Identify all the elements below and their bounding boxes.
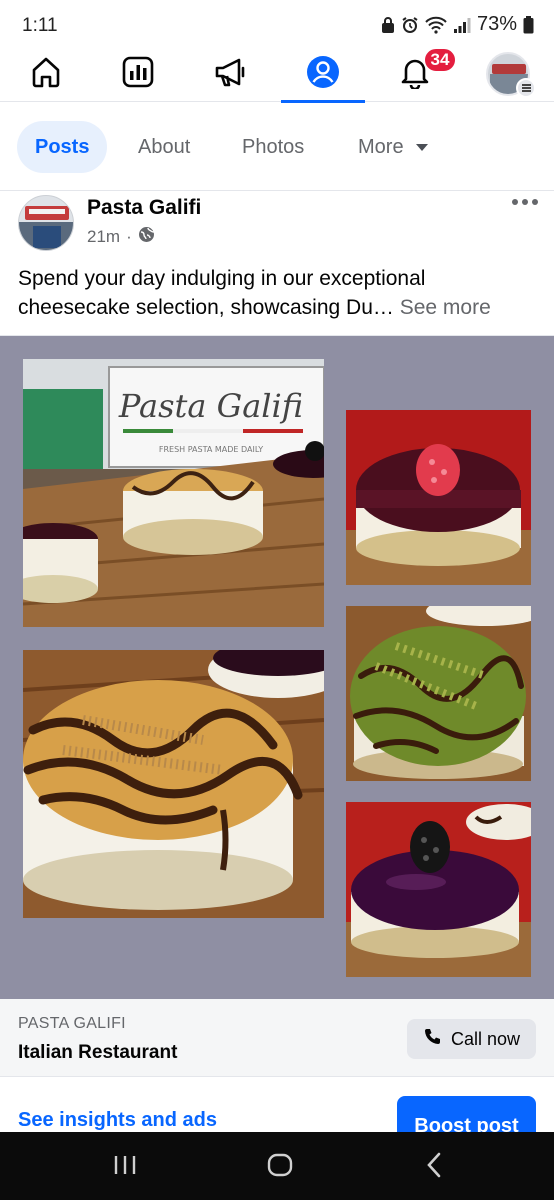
photo-caramel-cheesecake[interactable]	[23, 650, 324, 918]
battery-percent: 73%	[476, 13, 517, 35]
post-options-icon[interactable]	[512, 199, 538, 205]
lock-icon	[381, 16, 395, 34]
menu-icon	[516, 78, 536, 98]
nav-profile[interactable]	[281, 46, 365, 103]
wifi-icon	[425, 16, 447, 34]
caret-down-icon	[415, 143, 428, 151]
profile-icon	[305, 54, 341, 95]
system-nav-bar	[0, 1132, 554, 1200]
recent-apps-icon	[113, 1154, 137, 1181]
see-more-link[interactable]: See more	[400, 296, 491, 319]
page-tabs: Posts About Photos More	[0, 103, 554, 191]
status-time: 1:11	[22, 15, 58, 36]
home-icon	[29, 55, 63, 94]
post-meta: 21m ·	[87, 226, 155, 248]
photo-collage: Pasta Galifi FRESH PASTA MADE DAILY	[0, 335, 554, 999]
home-circle-icon	[267, 1153, 293, 1182]
page-info-bar: PASTA GALIFI Italian Restaurant Call now	[0, 999, 554, 1077]
see-insights-link[interactable]: See insights and ads	[18, 1109, 217, 1132]
tab-about[interactable]: About	[138, 121, 190, 173]
photo-storefront-sign[interactable]: Pasta Galifi FRESH PASTA MADE DAILY	[23, 359, 324, 627]
nav-dashboard[interactable]	[96, 46, 180, 102]
boost-post-button[interactable]: Boost post	[397, 1096, 536, 1132]
home-button[interactable]	[260, 1152, 300, 1182]
photo-blackberry-cheesecake[interactable]	[346, 802, 531, 977]
status-bar: 1:11 73%	[0, 0, 554, 46]
post-author[interactable]: Pasta Galifi	[87, 196, 201, 220]
signal-icon	[453, 16, 471, 34]
tab-more-label: More	[358, 135, 404, 158]
nav-notifications[interactable]: 34	[373, 46, 457, 102]
post-actions-row: See insights and ads Boost post	[0, 1078, 554, 1132]
post-text: Spend your day indulging in our exceptio…	[18, 264, 538, 322]
sign-subtext: FRESH PASTA MADE DAILY	[159, 445, 263, 454]
tab-photos[interactable]: Photos	[242, 121, 304, 173]
post-body: Spend your day indulging in our exceptio…	[18, 267, 426, 319]
meta-separator: ·	[126, 227, 132, 246]
post-time[interactable]: 21m	[87, 227, 120, 247]
recent-apps-button[interactable]	[105, 1152, 145, 1182]
alarm-icon	[401, 16, 419, 34]
back-chevron-icon	[425, 1152, 443, 1183]
call-now-label: Call now	[450, 1028, 520, 1049]
phone-icon	[423, 1028, 441, 1051]
sign-text: Pasta Galifi	[118, 387, 303, 425]
nav-home[interactable]	[4, 46, 88, 102]
nav-menu[interactable]	[466, 46, 550, 102]
tab-posts[interactable]: Posts	[17, 121, 108, 173]
back-button[interactable]	[414, 1152, 454, 1182]
battery-icon	[523, 15, 534, 34]
nav-ads[interactable]	[189, 46, 273, 102]
tab-more[interactable]: More	[358, 121, 428, 173]
top-nav: 34	[0, 46, 554, 103]
page-category: Italian Restaurant	[18, 1042, 178, 1063]
globe-icon	[138, 226, 155, 248]
status-icons: 73%	[381, 13, 534, 36]
notification-badge: 34	[423, 47, 457, 73]
dashboard-chart-icon	[121, 55, 155, 94]
page-avatar[interactable]	[18, 195, 74, 251]
page-info-name: PASTA GALIFI	[18, 1015, 126, 1032]
photo-raspberry-cheesecake[interactable]	[346, 410, 531, 585]
megaphone-icon	[213, 55, 249, 94]
call-now-button[interactable]: Call now	[406, 1019, 536, 1059]
photo-pistachio-cheesecake[interactable]	[346, 606, 531, 781]
post-header: Pasta Galifi 21m ·	[0, 191, 554, 261]
